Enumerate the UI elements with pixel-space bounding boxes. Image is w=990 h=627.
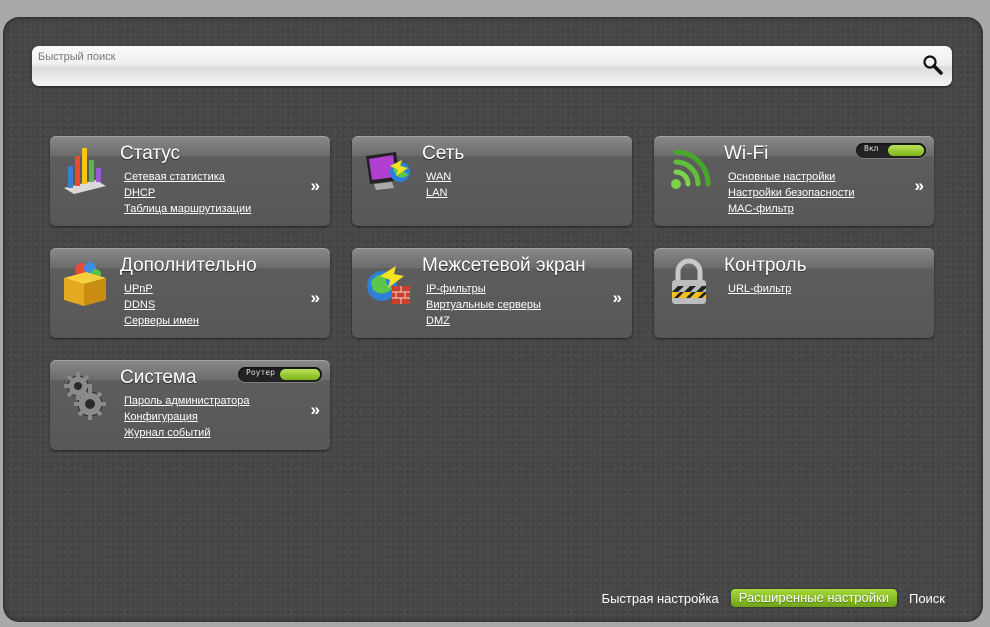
system-title: Система [120,367,197,388]
advanced-link-ddns[interactable]: DDNS [124,297,199,313]
firewall-link-virtual-servers[interactable]: Виртуальные серверы [426,297,541,313]
advanced-settings-button[interactable]: Расширенные настройки [730,589,897,607]
wifi-signal-icon [664,144,714,196]
firewall-links: IP-фильтры Виртуальные серверы DMZ [426,281,541,329]
advanced-links: UPnP DDNS Серверы имен [124,281,199,329]
wifi-link-mac-filter[interactable]: MAC-фильтр [728,201,855,217]
wifi-link-security-settings[interactable]: Настройки безопасности [728,185,855,201]
firewall-link-dmz[interactable]: DMZ [426,313,541,329]
control-links: URL-фильтр [728,281,791,297]
monitor-globe-icon [362,144,412,196]
wifi-toggle-label: Вкл [864,144,879,153]
status-link-dhcp[interactable]: DHCP [124,185,251,201]
globe-firewall-icon [362,256,412,308]
network-link-lan[interactable]: LAN [426,185,451,201]
advanced-link-upnp[interactable]: UPnP [124,281,199,297]
system-link-event-log[interactable]: Журнал событий [124,425,250,441]
magnifier-icon[interactable] [922,54,944,76]
system-link-admin-password[interactable]: Пароль администратора [124,393,250,409]
network-card[interactable]: Сеть WAN LAN [352,136,632,226]
control-title: Контроль [724,255,807,276]
status-link-network-stats[interactable]: Сетевая статистика [124,169,251,185]
system-toggle-label: Роутер [246,368,275,377]
advanced-card[interactable]: Дополнительно UPnP DDNS Серверы имен » [50,248,330,338]
search-link[interactable]: Поиск [909,591,945,606]
advanced-link-name-servers[interactable]: Серверы имен [124,313,199,329]
quick-search-bar [32,46,952,86]
system-toggle-knob [280,369,320,380]
system-card[interactable]: Система Роутер Пароль администратора Кон… [50,360,330,450]
advanced-more-arrow[interactable]: » [311,288,320,308]
network-links: WAN LAN [426,169,451,201]
status-links: Сетевая статистика DHCP Таблица маршрути… [124,169,251,217]
firewall-card[interactable]: Межсетевой экран IP-фильтры Виртуальные … [352,248,632,338]
system-mode-toggle[interactable]: Роутер [238,367,322,382]
firewall-title: Межсетевой экран [422,255,586,276]
advanced-title: Дополнительно [120,255,257,276]
network-title: Сеть [422,143,465,164]
wifi-title: Wi-Fi [724,143,769,164]
status-card[interactable]: Статус Сетевая статистика DHCP Таблица м… [50,136,330,226]
control-card[interactable]: Контроль URL-фильтр [654,248,934,338]
footer-nav: Быстрая настройка Расширенные настройки … [602,589,945,607]
quick-setup-link[interactable]: Быстрая настройка [602,591,719,606]
wifi-toggle[interactable]: Вкл [856,143,926,158]
gears-icon [60,368,110,420]
wifi-links: Основные настройки Настройки безопасност… [728,169,855,217]
wifi-toggle-knob [888,145,924,156]
padlock-icon [664,256,714,308]
system-link-configuration[interactable]: Конфигурация [124,409,250,425]
wifi-more-arrow[interactable]: » [915,176,924,196]
system-more-arrow[interactable]: » [311,400,320,420]
firewall-link-ip-filters[interactable]: IP-фильтры [426,281,541,297]
firewall-more-arrow[interactable]: » [613,288,622,308]
status-link-routing-table[interactable]: Таблица маршрутизации [124,201,251,217]
quick-search-input[interactable] [38,49,898,65]
control-link-url-filter[interactable]: URL-фильтр [728,281,791,297]
wifi-link-basic-settings[interactable]: Основные настройки [728,169,855,185]
wifi-card[interactable]: Wi-Fi Вкл Основные настройки Настройки б… [654,136,934,226]
box-icon [60,256,110,308]
main-panel: Статус Сетевая статистика DHCP Таблица м… [3,17,983,622]
system-links: Пароль администратора Конфигурация Журна… [124,393,250,441]
bar-chart-icon [60,144,110,196]
status-more-arrow[interactable]: » [311,176,320,196]
network-link-wan[interactable]: WAN [426,169,451,185]
status-title: Статус [120,143,181,164]
